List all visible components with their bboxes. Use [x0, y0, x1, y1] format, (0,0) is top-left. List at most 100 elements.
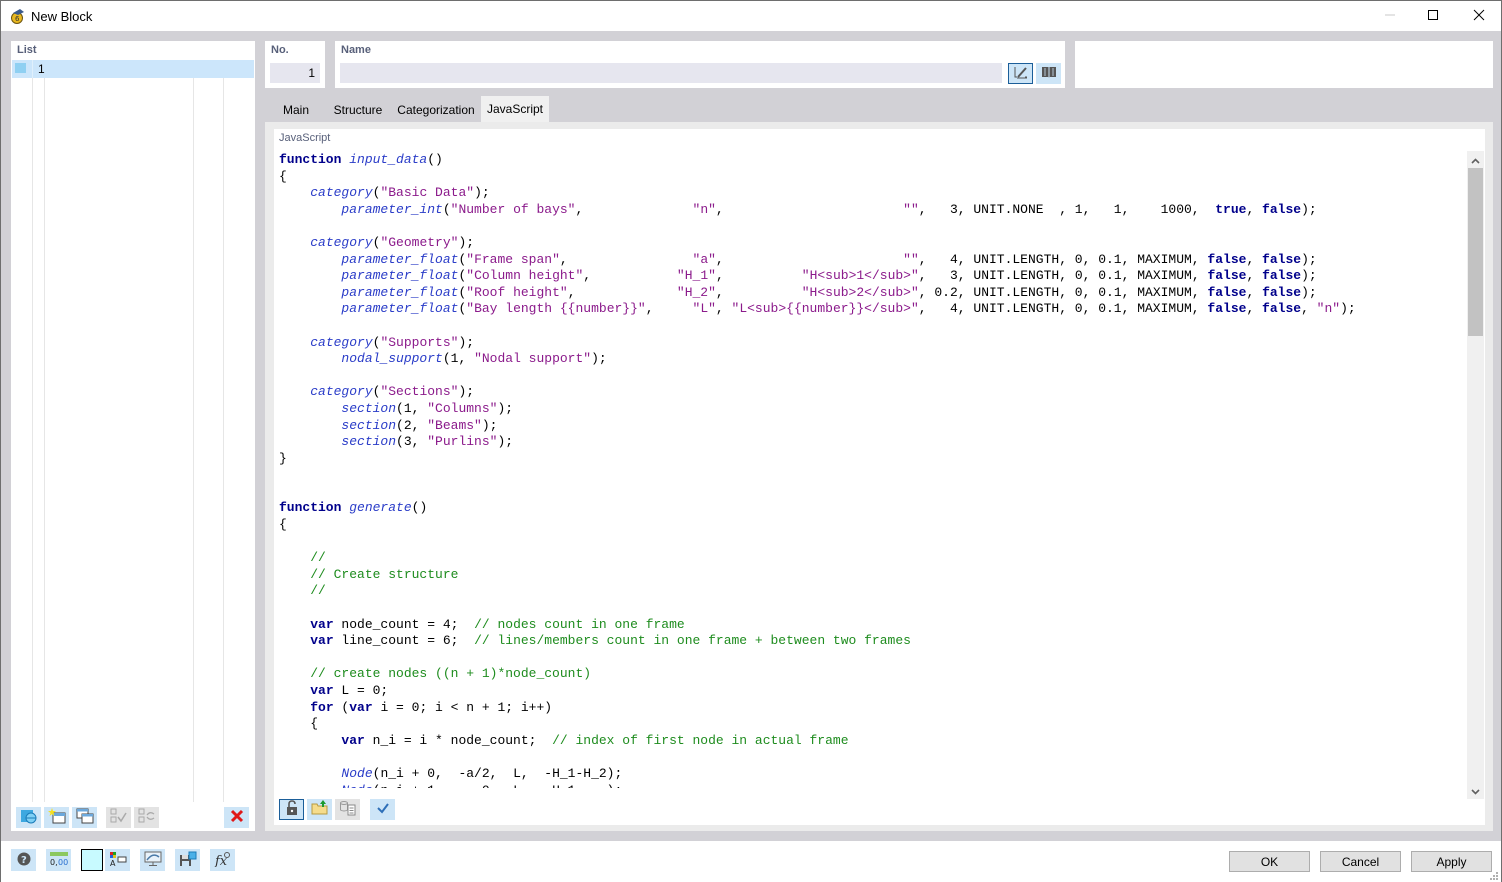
unlock-button[interactable]: [279, 799, 304, 820]
code-comment: // Create structure: [310, 566, 459, 582]
name-input[interactable]: [340, 63, 1002, 83]
code-text: ,: [1301, 301, 1317, 317]
scroll-down-button[interactable]: [1467, 782, 1484, 799]
ok-button[interactable]: OK: [1229, 851, 1310, 872]
code-string: "Supports": [380, 334, 459, 350]
code-keyword: var: [310, 616, 334, 632]
code-text: (2,: [396, 417, 428, 433]
delete-button[interactable]: [224, 807, 249, 828]
formula-button[interactable]: fx: [210, 849, 235, 871]
color-swatch[interactable]: [81, 849, 103, 871]
code-text: }: [279, 450, 287, 466]
checkmark-icon: [376, 802, 390, 817]
code-line: for (var i = 0; i < n + 1; i++): [279, 700, 1459, 717]
close-button[interactable]: [1456, 1, 1502, 31]
code-line: function input_data(): [279, 152, 1459, 169]
display-properties-button[interactable]: A: [105, 849, 130, 871]
code-editor[interactable]: function input_data() { category ( "Basic D…: [279, 152, 1459, 788]
code-text: ,: [1246, 301, 1263, 317]
scroll-up-button[interactable]: [1467, 151, 1484, 168]
code-keyword: false: [1262, 268, 1302, 284]
tab-javascript[interactable]: JavaScript: [481, 96, 549, 122]
resize-grip-icon[interactable]: [1489, 870, 1499, 882]
chevron-down-icon: [1471, 784, 1480, 798]
save-button[interactable]: [175, 849, 200, 871]
code-text: ,: [1246, 201, 1263, 217]
tab-label: Main: [282, 103, 309, 117]
number-field[interactable]: 1: [270, 63, 320, 83]
open-file-button[interactable]: [307, 799, 332, 820]
tab-categorization[interactable]: Categorization: [393, 98, 479, 122]
check-script-button[interactable]: [370, 799, 395, 820]
code-text: );: [474, 185, 490, 201]
code-line: var node_count = 4; // nodes count in on…: [279, 617, 1459, 634]
code-text: ,: [567, 284, 677, 300]
script-toolbar: [279, 799, 579, 821]
chevron-up-icon: [1471, 153, 1480, 167]
tab-structure[interactable]: Structure: [327, 98, 389, 122]
title-bar: 6 New Block: [1, 1, 1501, 31]
svg-text:?: ?: [21, 855, 27, 866]
code-line: category("Geometry");: [279, 235, 1459, 252]
code-string: "L": [692, 301, 716, 317]
scrollbar-thumb[interactable]: [1468, 168, 1483, 336]
code-line: function generate(): [279, 500, 1459, 517]
column-divider: [44, 60, 45, 802]
window-title: New Block: [31, 9, 93, 24]
code-text: {: [279, 517, 287, 533]
code-text: ,: [715, 201, 904, 217]
new-item-button[interactable]: [44, 807, 69, 828]
list-item[interactable]: 1: [12, 60, 254, 78]
code-string: "Number of bays": [450, 201, 576, 217]
minimize-button[interactable]: [1367, 1, 1413, 31]
row-divider: [32, 60, 33, 78]
code-function: category: [310, 234, 373, 250]
tab-main[interactable]: Main: [273, 98, 319, 122]
code-text: (n_i + 0, -a/2, L, -H_1-H_2);: [372, 765, 623, 781]
maximize-button[interactable]: [1410, 1, 1456, 31]
close-icon: [1473, 9, 1485, 24]
code-keyword: false: [1262, 251, 1302, 267]
vertical-scrollbar[interactable]: [1467, 151, 1484, 799]
code-line: // Create structure: [279, 567, 1459, 584]
apply-button[interactable]: Apply: [1411, 851, 1492, 872]
copy-script-button[interactable]: [335, 799, 360, 820]
code-text: , 0.2, UNIT.LENGTH, 0, 0.1, MAXIMUM,: [918, 284, 1208, 300]
code-line: parameter_float("Roof height", "H_2", "H…: [279, 285, 1459, 302]
code-string: "Basic Data": [380, 185, 475, 201]
code-text: ,: [715, 251, 904, 267]
code-comment: //: [310, 583, 326, 599]
check-all-button[interactable]: [106, 807, 131, 828]
copy-item-button[interactable]: [72, 807, 97, 828]
toggle-check-button[interactable]: [134, 807, 159, 828]
view-button[interactable]: [140, 849, 165, 871]
code-line: parameter_float("Column height", "H_1", …: [279, 268, 1459, 285]
import-block-button[interactable]: [16, 807, 41, 828]
help-button[interactable]: ?: [11, 849, 36, 871]
units-button[interactable]: 0, 00: [46, 849, 71, 871]
code-text: (1,: [396, 400, 428, 416]
code-string: "Columns": [427, 400, 498, 416]
cancel-button[interactable]: Cancel: [1320, 851, 1401, 872]
item-color-swatch: [15, 63, 26, 73]
name-library-button[interactable]: [1036, 63, 1061, 84]
code-text: (: [333, 699, 350, 715]
edit-name-button[interactable]: [1008, 63, 1033, 84]
code-string: "H_1": [676, 268, 716, 284]
code-string: "Sections": [380, 384, 459, 400]
code-keyword: function: [279, 500, 350, 516]
code-text: ,: [1246, 268, 1263, 284]
code-string: "": [903, 251, 919, 267]
code-text: ,: [559, 251, 693, 267]
code-text: ,: [583, 268, 677, 284]
code-line: }: [279, 451, 1459, 468]
